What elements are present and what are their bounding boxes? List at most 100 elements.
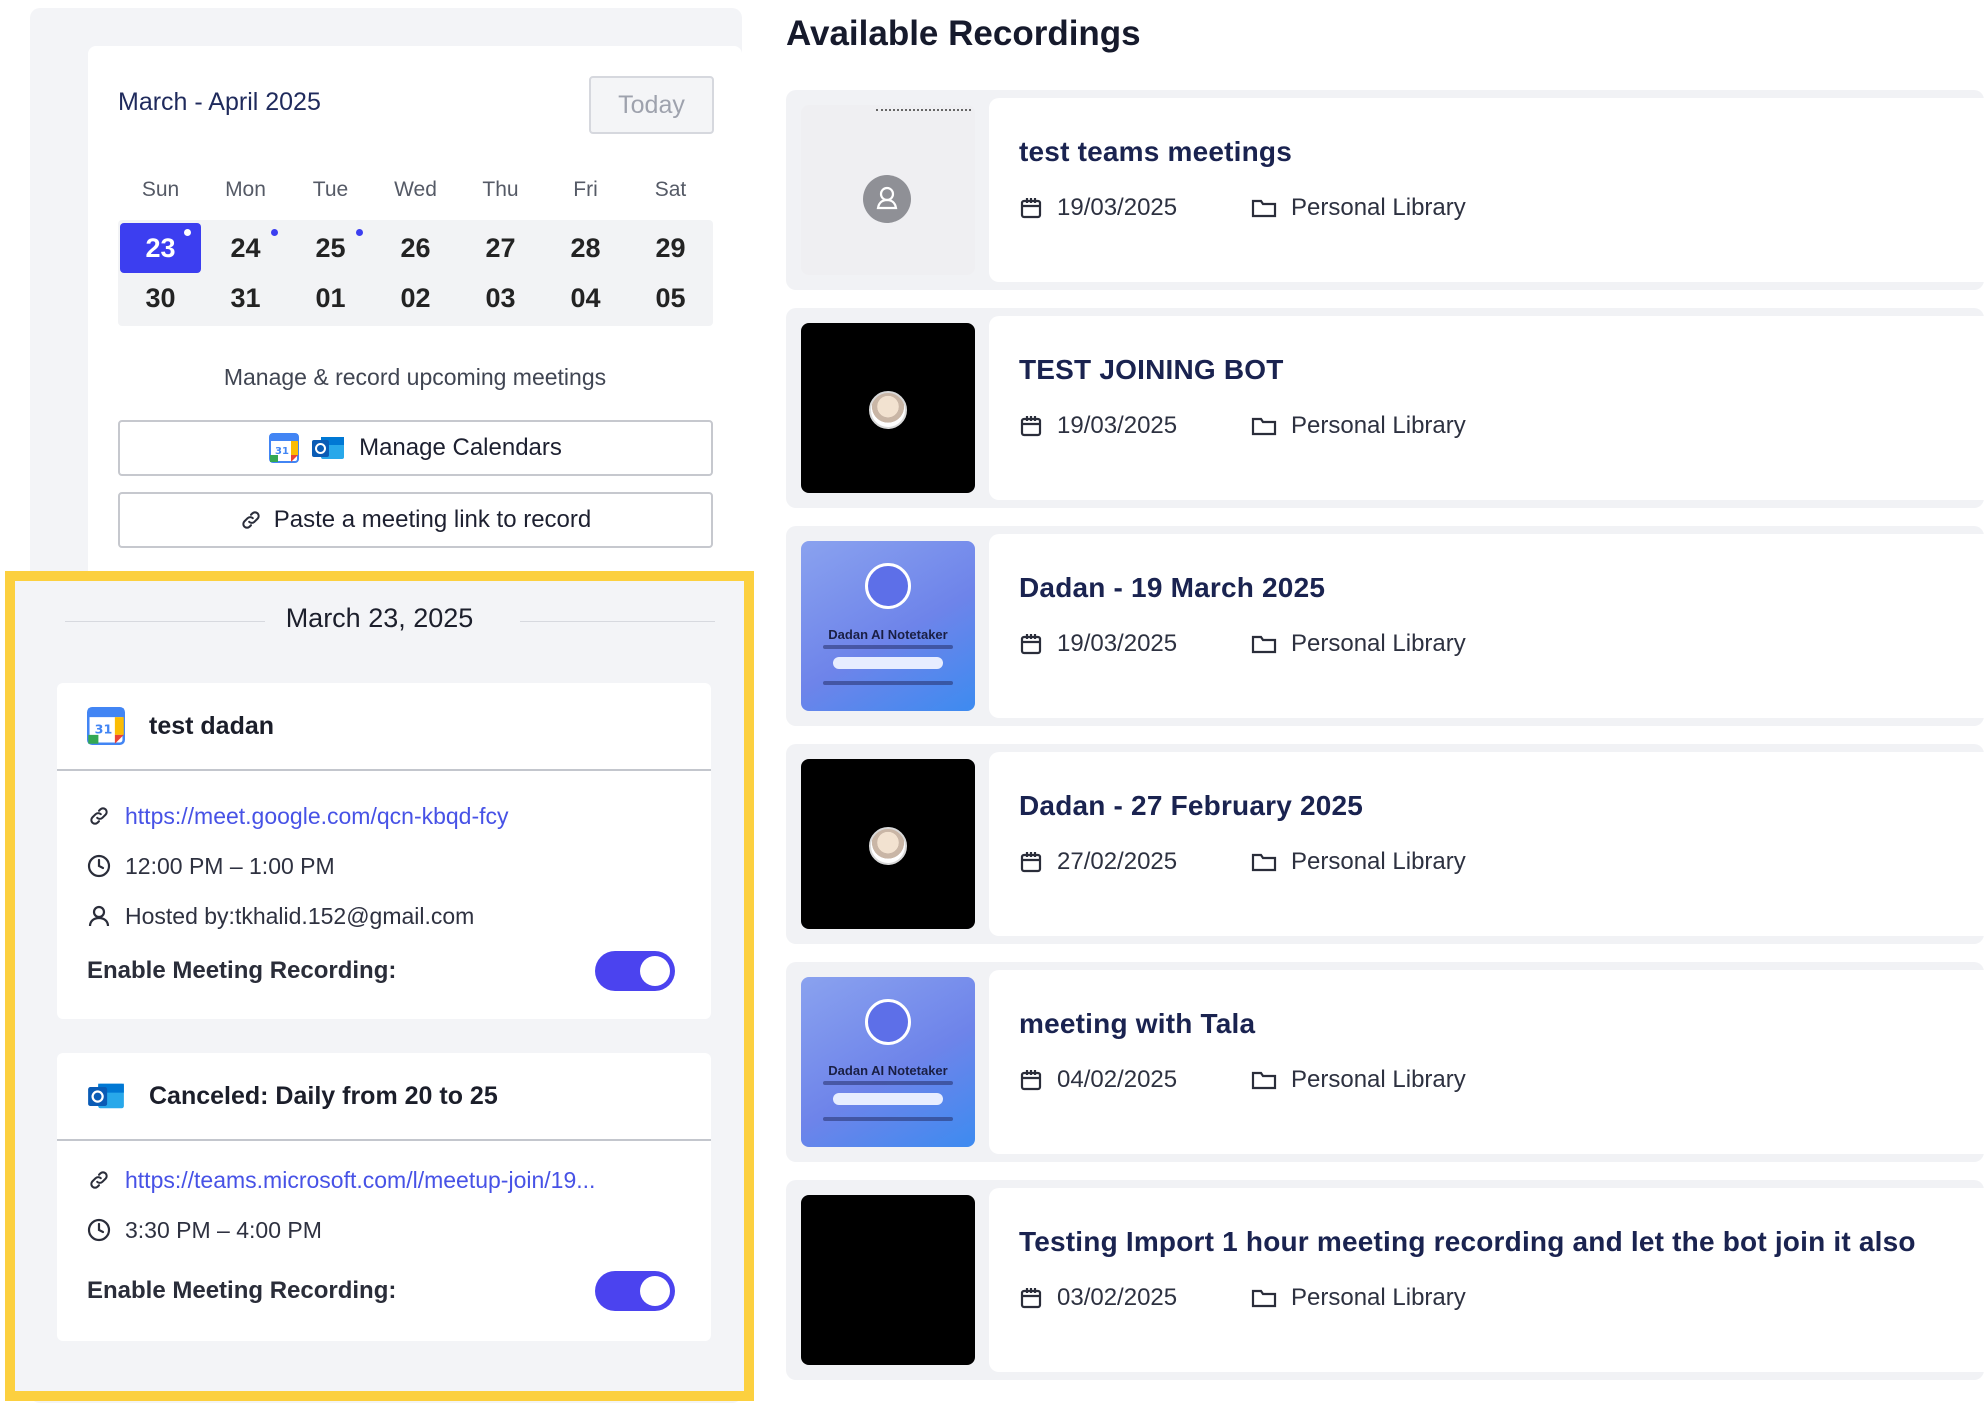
recording-date: 03/02/2025 bbox=[1019, 1284, 1251, 1312]
google-calendar-icon: 31 bbox=[269, 433, 300, 463]
calendar-card: March - April 2025 Today Sun Mon Tue Wed… bbox=[88, 46, 742, 586]
recording-library: Personal Library bbox=[1251, 194, 1466, 222]
recording-title[interactable]: Testing Import 1 hour meeting recording … bbox=[1019, 1226, 1916, 1258]
calendar-icon bbox=[1020, 416, 1042, 437]
user-icon bbox=[87, 904, 111, 928]
link-icon bbox=[87, 1168, 111, 1192]
event-host: Hosted by:tkhalid.152@gmail.com bbox=[125, 902, 475, 929]
recording-title[interactable]: Dadan - 19 March 2025 bbox=[1019, 572, 1325, 604]
calendar-day[interactable]: 30 bbox=[118, 273, 203, 323]
weekday-label: Tue bbox=[312, 178, 349, 201]
recording-library: Personal Library bbox=[1251, 412, 1466, 440]
recording-item[interactable]: Dadan - 27 February 2025 27/02/2025 Pers… bbox=[786, 744, 1984, 944]
calendar-day[interactable]: 01 bbox=[288, 273, 373, 323]
recording-date-text: 03/02/2025 bbox=[1057, 1284, 1178, 1311]
event-time: 12:00 PM – 1:00 PM bbox=[125, 852, 335, 879]
weekday-label: Sun bbox=[141, 178, 180, 201]
calendar-day[interactable]: 05 bbox=[628, 273, 713, 323]
google-calendar-icon: 31 bbox=[87, 707, 125, 745]
recording-title[interactable]: test teams meetings bbox=[1019, 136, 1292, 168]
recording-thumbnail bbox=[801, 1195, 975, 1365]
notetaker-logo-icon bbox=[865, 999, 911, 1045]
recording-item[interactable]: test teams meetings 19/03/2025 Personal … bbox=[786, 90, 1984, 290]
event-header: Canceled: Daily from 20 to 25 bbox=[57, 1053, 711, 1141]
recording-item[interactable]: Dadan AI Notetaker Dadan - 19 March 2025… bbox=[786, 526, 1984, 726]
calendar-day[interactable]: 25 bbox=[288, 223, 373, 273]
recording-meta: 03/02/2025 Personal Library bbox=[1019, 1284, 1466, 1312]
event-time-row: 12:00 PM – 1:00 PM bbox=[57, 841, 711, 891]
link-icon bbox=[240, 509, 262, 531]
event-dot bbox=[271, 229, 278, 236]
recording-title[interactable]: TEST JOINING BOT bbox=[1019, 354, 1284, 386]
recording-library-text: Personal Library bbox=[1291, 1284, 1466, 1311]
recording-item[interactable]: Testing Import 1 hour meeting recording … bbox=[786, 1180, 1984, 1380]
event-link-row: https://teams.microsoft.com/l/meetup-joi… bbox=[57, 1155, 711, 1205]
paste-link-button[interactable]: Paste a meeting link to record bbox=[118, 492, 713, 548]
recording-library-text: Personal Library bbox=[1291, 630, 1466, 657]
weekday-label: Sat bbox=[654, 178, 687, 201]
weekday-label: Fri bbox=[573, 178, 598, 201]
recording-library-text: Personal Library bbox=[1291, 848, 1466, 875]
weekday-header: Sun Mon Tue Wed Thu Fri Sat bbox=[118, 178, 713, 202]
meeting-link[interactable]: https://teams.microsoft.com/l/meetup-joi… bbox=[125, 1167, 595, 1194]
notetaker-logo-icon bbox=[865, 563, 911, 609]
folder-icon bbox=[1251, 199, 1277, 218]
recording-library-text: Personal Library bbox=[1291, 194, 1466, 221]
recording-item[interactable]: TEST JOINING BOT 19/03/2025 Personal Lib… bbox=[786, 308, 1984, 508]
calendar-day[interactable]: 03 bbox=[458, 273, 543, 323]
avatar-icon bbox=[863, 175, 911, 223]
folder-icon bbox=[1251, 635, 1277, 654]
calendar-day[interactable]: 02 bbox=[373, 273, 458, 323]
calendar-day[interactable]: 29 bbox=[628, 223, 713, 273]
recording-date: 27/02/2025 bbox=[1019, 848, 1251, 876]
manage-calendars-button[interactable]: 31 Manage Calendars bbox=[118, 420, 713, 476]
calendar-day[interactable]: 26 bbox=[373, 223, 458, 273]
recording-library: Personal Library bbox=[1251, 848, 1466, 876]
calendar-days-grid: 23 24 25 26 27 28 29 30 31 01 02 03 04 0… bbox=[118, 220, 713, 326]
meeting-link[interactable]: https://meet.google.com/qcn-kbqd-fcy bbox=[125, 803, 509, 830]
link-icon bbox=[87, 804, 111, 828]
thumbnail-pill bbox=[833, 1093, 943, 1105]
recording-details: Testing Import 1 hour meeting recording … bbox=[989, 1188, 1984, 1372]
calendar-month-title: March - April 2025 bbox=[118, 88, 321, 116]
recording-date-text: 04/02/2025 bbox=[1057, 1066, 1178, 1093]
calendar-day[interactable]: 24 bbox=[203, 223, 288, 273]
folder-icon bbox=[1251, 853, 1277, 872]
event-title: test dadan bbox=[149, 711, 275, 740]
selected-day-schedule: March 23, 2025 31 test dadan https://mee… bbox=[5, 571, 754, 1401]
calendar-day[interactable]: 04 bbox=[543, 273, 628, 323]
folder-icon bbox=[1251, 1289, 1277, 1308]
thumbnail-brand: Dadan AI Notetaker bbox=[828, 1063, 948, 1078]
recording-toggle[interactable] bbox=[595, 951, 675, 991]
event-title: Canceled: Daily from 20 to 25 bbox=[149, 1081, 498, 1110]
recording-date-text: 19/03/2025 bbox=[1057, 194, 1178, 221]
recording-date-text: 27/02/2025 bbox=[1057, 848, 1178, 875]
svg-text:31: 31 bbox=[95, 722, 113, 737]
calendar-icon bbox=[1020, 852, 1042, 873]
divider bbox=[823, 645, 953, 649]
weekday-label: Thu bbox=[482, 178, 519, 201]
recording-thumbnail: Dadan AI Notetaker bbox=[801, 541, 975, 711]
recording-meta: 19/03/2025 Personal Library bbox=[1019, 194, 1466, 222]
recording-title[interactable]: meeting with Tala bbox=[1019, 1008, 1255, 1040]
manage-calendars-label: Manage Calendars bbox=[359, 434, 562, 461]
avatar bbox=[869, 391, 907, 429]
recording-toggle-row: Enable Meeting Recording: bbox=[57, 941, 711, 1001]
schedule-date-heading: March 23, 2025 bbox=[285, 603, 474, 633]
calendar-day[interactable]: 31 bbox=[203, 273, 288, 323]
recording-toggle[interactable] bbox=[595, 1271, 675, 1311]
recording-details: TEST JOINING BOT 19/03/2025 Personal Lib… bbox=[989, 316, 1984, 500]
event-time-row: 3:30 PM – 4:00 PM bbox=[57, 1205, 711, 1255]
event-time: 3:30 PM – 4:00 PM bbox=[125, 1216, 322, 1243]
today-button[interactable]: Today bbox=[589, 76, 714, 134]
recording-library-text: Personal Library bbox=[1291, 1066, 1466, 1093]
recording-meta: 04/02/2025 Personal Library bbox=[1019, 1066, 1466, 1094]
calendar-day[interactable]: 28 bbox=[543, 223, 628, 273]
recording-title[interactable]: Dadan - 27 February 2025 bbox=[1019, 790, 1363, 822]
recording-date: 04/02/2025 bbox=[1019, 1066, 1251, 1094]
calendar-day[interactable]: 27 bbox=[458, 223, 543, 273]
calendar-day-selected[interactable]: 23 bbox=[120, 223, 201, 273]
recording-date: 19/03/2025 bbox=[1019, 630, 1251, 658]
recording-item[interactable]: Dadan AI Notetaker meeting with Tala 04/… bbox=[786, 962, 1984, 1162]
recording-meta: 27/02/2025 Personal Library bbox=[1019, 848, 1466, 876]
